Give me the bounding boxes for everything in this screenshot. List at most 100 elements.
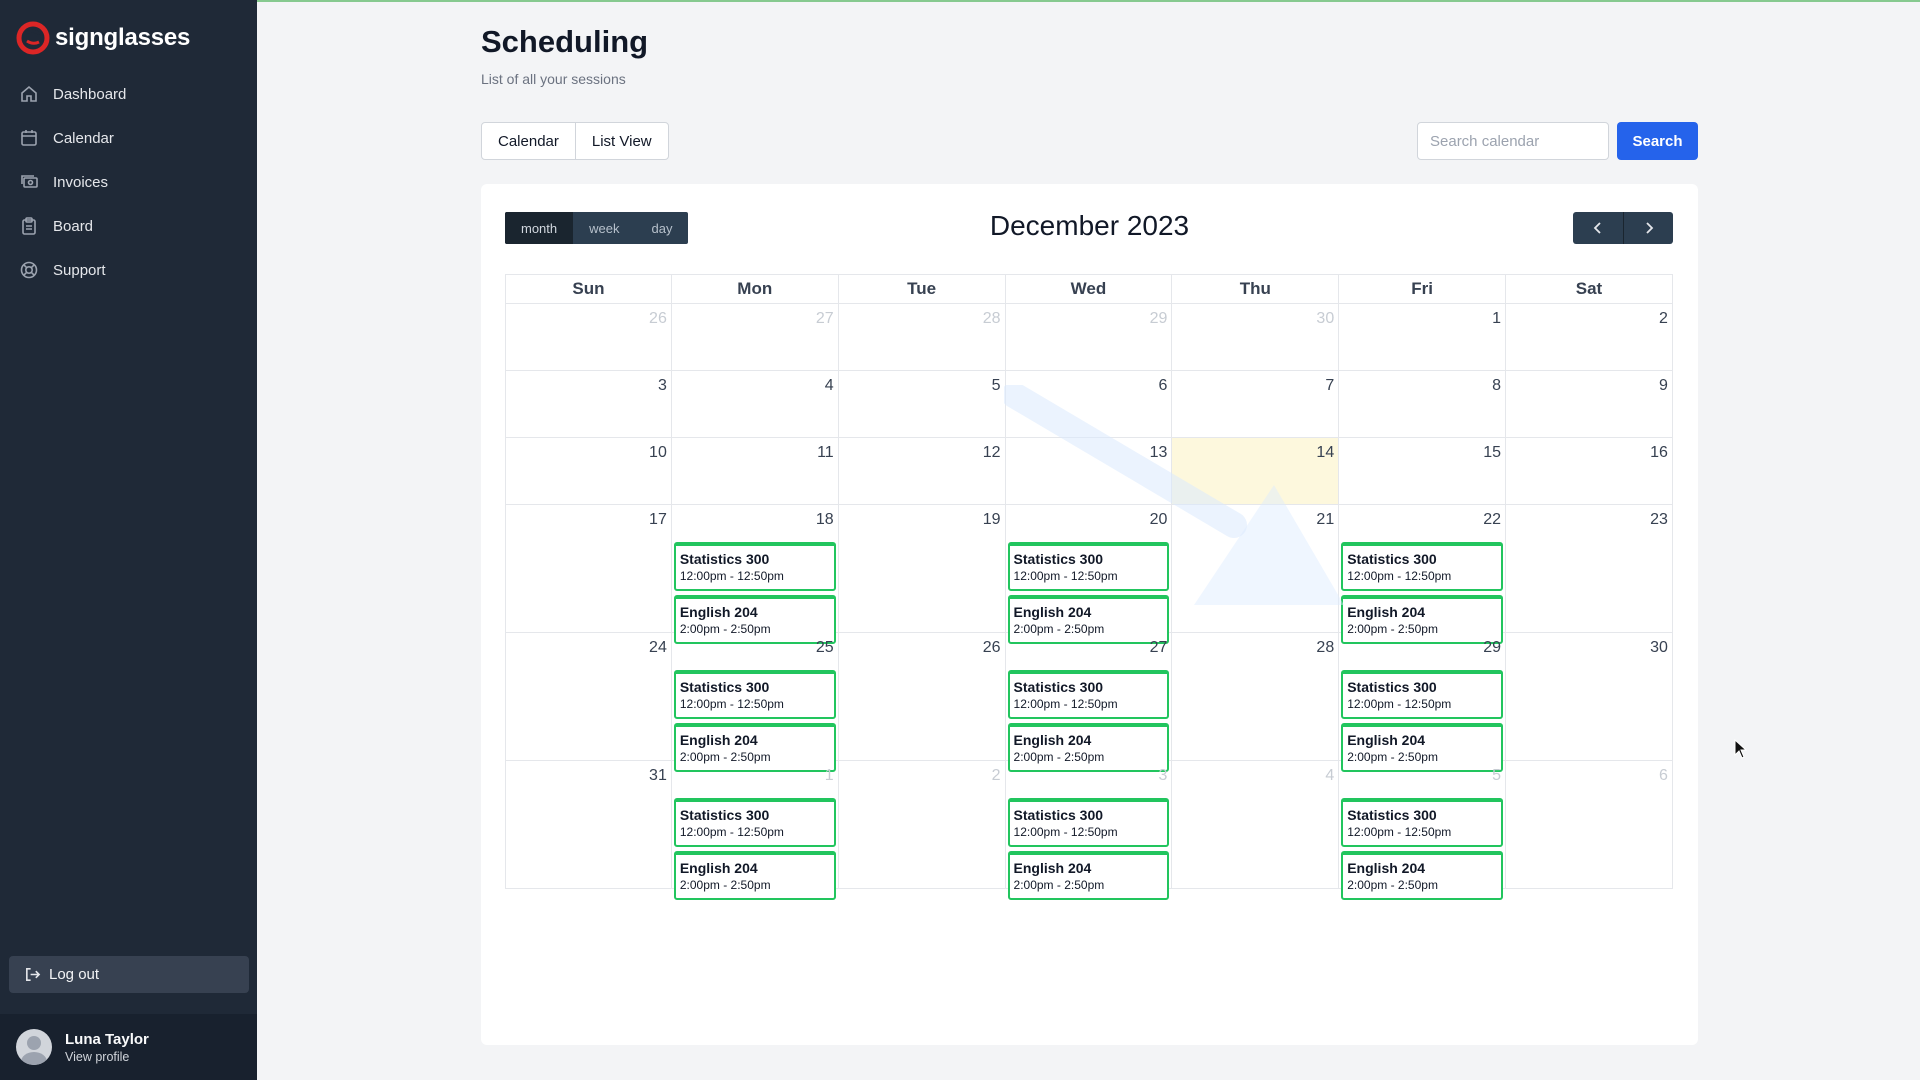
calendar-day[interactable]: 4	[1172, 761, 1340, 889]
calendar-event[interactable]: Statistics 300 12:00pm - 12:50pm	[1341, 798, 1504, 847]
day-number: 13	[1149, 444, 1168, 461]
calendar-event[interactable]: Statistics 300 12:00pm - 12:50pm	[673, 542, 836, 591]
view-profile-link[interactable]: View profile	[65, 1050, 149, 1064]
calendar-day[interactable]: 16	[1506, 438, 1673, 505]
calendar-day-today[interactable]: 14	[1172, 438, 1340, 505]
calendar-day[interactable]: 26	[505, 304, 672, 371]
day-number: 2	[991, 767, 1001, 784]
range-tabs: month week day	[505, 212, 689, 244]
sidebar-item-board[interactable]: Board	[0, 204, 257, 248]
calendar-day[interactable]: 27	[671, 304, 839, 371]
calendar-event[interactable]: Statistics 300 12:00pm - 12:50pm	[1341, 542, 1504, 591]
sidebar-item-invoices[interactable]: Invoices	[0, 160, 257, 204]
day-number: 14	[1316, 444, 1335, 461]
tab-day[interactable]: day	[636, 212, 689, 244]
calendar-day[interactable]: 10	[505, 438, 672, 505]
calendar-event[interactable]: English 204 2:00pm - 2:50pm	[1341, 851, 1504, 900]
calendar-day[interactable]: 6	[1005, 371, 1173, 438]
search-input[interactable]	[1417, 122, 1609, 160]
calendar-day[interactable]: 18 Statistics 300 12:00pm - 12:50pm English…	[671, 505, 839, 644]
tab-month[interactable]: month	[505, 212, 574, 244]
day-number: 30	[1316, 310, 1335, 327]
brand-logo[interactable]: signglasses	[16, 20, 190, 56]
calendar-day[interactable]: 17	[505, 505, 672, 633]
calendar-day[interactable]: 30	[1172, 304, 1340, 371]
event-time: 12:00pm - 12:50pm	[1013, 697, 1118, 711]
calendar-event[interactable]: Statistics 300 12:00pm - 12:50pm	[673, 798, 836, 847]
day-number: 25	[815, 639, 834, 656]
weekday-label: Sat	[1506, 274, 1673, 304]
day-number: 6	[1659, 767, 1668, 784]
calendar-day[interactable]: 2	[1506, 304, 1673, 371]
calendar-event[interactable]: Statistics 300 12:00pm - 12:50pm	[1007, 798, 1170, 847]
day-number: 19	[982, 511, 1001, 528]
list-view-button[interactable]: List View	[574, 123, 668, 159]
calendar-day[interactable]: 21	[1172, 505, 1340, 633]
day-number: 27	[815, 310, 834, 327]
event-title: English 204	[1013, 732, 1092, 748]
next-month-button[interactable]	[1623, 212, 1673, 244]
calendar-day[interactable]: 20 Statistics 300 12:00pm - 12:50pm English…	[1005, 505, 1173, 644]
calendar-day[interactable]: 24	[505, 633, 672, 761]
calendar-day[interactable]: 5 Statistics 300 12:00pm - 12:50pm English …	[1339, 761, 1507, 900]
event-title: Statistics 300	[679, 807, 770, 823]
event-time: 12:00pm - 12:50pm	[1347, 569, 1452, 583]
calendar-day[interactable]: 30	[1506, 633, 1673, 761]
calendar-day[interactable]: 22 Statistics 300 12:00pm - 12:50pm English…	[1339, 505, 1507, 644]
event-time: 12:00pm - 12:50pm	[679, 697, 784, 711]
weekday-label: Wed	[1005, 274, 1173, 304]
sidebar-item-dashboard[interactable]: Dashboard	[0, 72, 257, 116]
calendar-day[interactable]: 9	[1506, 371, 1673, 438]
calendar-view-button[interactable]: Calendar	[482, 123, 575, 159]
calendar-event[interactable]: English 204 2:00pm - 2:50pm	[1007, 851, 1170, 900]
calendar-week-row: 24 25 Statistics 300 12:00pm - 12:50pm Engli…	[505, 633, 1673, 772]
event-time: 2:00pm - 2:50pm	[1013, 878, 1105, 892]
calendar-day[interactable]: 29 Statistics 300 12:00pm - 12:50pm English…	[1339, 633, 1507, 772]
calendar-day[interactable]: 5	[838, 371, 1006, 438]
calendar-day[interactable]: 23	[1506, 505, 1673, 633]
day-number: 21	[1316, 511, 1335, 528]
event-title: English 204	[1013, 860, 1092, 876]
event-title: English 204	[679, 732, 758, 748]
day-number: 23	[1650, 511, 1668, 528]
search-button[interactable]: Search	[1617, 122, 1698, 160]
calendar-event[interactable]: English 204 2:00pm - 2:50pm	[673, 851, 836, 900]
calendar-day[interactable]: 6	[1506, 761, 1673, 889]
calendar-day[interactable]: 19	[838, 505, 1006, 633]
calendar-day[interactable]: 1	[1339, 304, 1507, 371]
calendar-day[interactable]: 7	[1172, 371, 1340, 438]
calendar-event[interactable]: Statistics 300 12:00pm - 12:50pm	[1341, 670, 1504, 719]
calendar-event[interactable]: Statistics 300 12:00pm - 12:50pm	[1007, 670, 1170, 719]
calendar-day[interactable]: 3	[505, 371, 672, 438]
calendar-week-row: 17 18 Statistics 300 12:00pm - 12:50pm Engli…	[505, 505, 1673, 644]
calendar-day[interactable]: 25 Statistics 300 12:00pm - 12:50pm English…	[671, 633, 839, 772]
logout-button[interactable]: Log out	[9, 956, 249, 993]
calendar-day[interactable]: 3 Statistics 300 12:00pm - 12:50pm English …	[1005, 761, 1173, 900]
calendar-day[interactable]: 15	[1339, 438, 1507, 505]
user-profile[interactable]: Luna Taylor View profile	[0, 1014, 257, 1080]
calendar-day[interactable]: 2	[838, 761, 1006, 889]
calendar-day[interactable]: 29	[1005, 304, 1173, 371]
calendar-day[interactable]: 4	[671, 371, 839, 438]
logout-label: Log out	[49, 966, 100, 983]
day-number: 2	[1659, 310, 1668, 327]
calendar-day[interactable]: 27 Statistics 300 12:00pm - 12:50pm English…	[1005, 633, 1173, 772]
calendar-day[interactable]: 31	[505, 761, 672, 889]
calendar-day[interactable]: 11	[671, 438, 839, 505]
tab-week[interactable]: week	[573, 212, 635, 244]
prev-month-button[interactable]	[1573, 212, 1623, 244]
event-title: English 204	[679, 604, 758, 620]
calendar-day[interactable]: 1 Statistics 300 12:00pm - 12:50pm English …	[671, 761, 839, 900]
calendar-day[interactable]: 12	[838, 438, 1006, 505]
calendar-day[interactable]: 13	[1005, 438, 1173, 505]
sidebar-item-support[interactable]: Support	[0, 248, 257, 292]
calendar-event[interactable]: Statistics 300 12:00pm - 12:50pm	[1007, 542, 1170, 591]
calendar-day[interactable]: 8	[1339, 371, 1507, 438]
day-number: 6	[1158, 377, 1168, 394]
calendar-event[interactable]: Statistics 300 12:00pm - 12:50pm	[673, 670, 836, 719]
calendar-day[interactable]: 26	[838, 633, 1006, 761]
sidebar-item-label: Invoices	[53, 173, 109, 191]
sidebar-item-calendar[interactable]: Calendar	[0, 116, 257, 160]
calendar-day[interactable]: 28	[1172, 633, 1340, 761]
calendar-day[interactable]: 28	[838, 304, 1006, 371]
